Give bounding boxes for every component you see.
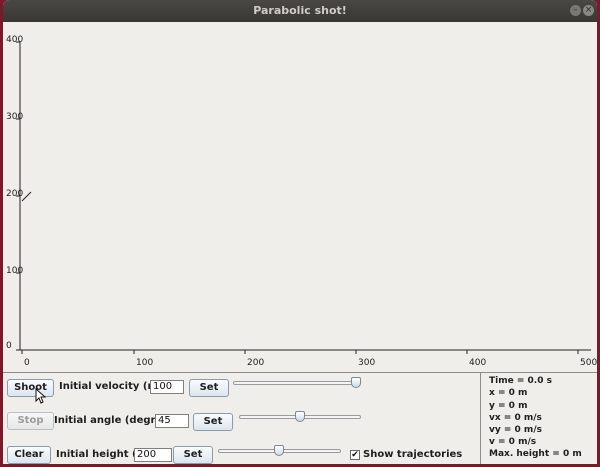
height-input[interactable]: 200 — [134, 448, 172, 462]
x-tick-label-100: 100 — [136, 358, 153, 368]
show-trajectories-checkbox[interactable]: ✔ — [350, 450, 360, 460]
mouse-pointer-icon — [35, 388, 47, 404]
x-tick-label-300: 300 — [358, 358, 375, 368]
velocity-input[interactable]: 100 — [150, 380, 184, 394]
cannon-barrel — [21, 191, 32, 202]
angle-input[interactable]: 45 — [155, 414, 189, 428]
x-ticks: 0 100 200 300 400 500 — [21, 350, 597, 368]
panel-divider — [3, 372, 597, 373]
plot-canvas: 400 300 200 100 0 0 100 200 300 400 500 — [6, 35, 597, 368]
stat-v: v = 0 m/s — [489, 437, 537, 447]
y-tick-label-400: 400 — [6, 35, 23, 45]
stat-x: x = 0 m — [489, 388, 528, 398]
app-window: Parabolic shot! – × 400 300 200 100 0 0 … — [3, 0, 597, 464]
close-icon[interactable]: × — [583, 5, 594, 16]
angle-set-button[interactable]: Set — [193, 413, 233, 431]
clear-button[interactable]: Clear — [7, 446, 51, 464]
show-trajectories-label[interactable]: Show trajectories — [363, 449, 462, 460]
window-title: Parabolic shot! — [253, 4, 347, 17]
velocity-set-button[interactable]: Set — [189, 379, 229, 397]
stat-max-height: Max. height = 0 m — [489, 449, 582, 459]
title-bar[interactable]: Parabolic shot! – × — [3, 0, 597, 22]
minimize-icon[interactable]: – — [570, 5, 581, 16]
stat-vy: vy = 0 m/s — [489, 425, 542, 435]
y-ticks: 400 300 200 100 0 — [6, 35, 23, 351]
y-tick-label-200: 200 — [6, 189, 23, 199]
x-tick-label-0: 0 — [24, 358, 30, 368]
stop-button[interactable]: Stop — [7, 412, 54, 430]
y-tick-label-300: 300 — [6, 112, 23, 122]
stat-y: y = 0 m — [489, 401, 528, 411]
stats-divider — [480, 373, 481, 464]
stat-vx: vx = 0 m/s — [489, 413, 542, 423]
height-set-button[interactable]: Set — [173, 446, 213, 464]
velocity-slider[interactable] — [233, 381, 361, 385]
angle-slider-thumb[interactable] — [295, 411, 305, 422]
stat-time: Time = 0.0 s — [489, 376, 552, 386]
x-tick-label-500: 500 — [580, 358, 597, 368]
y-tick-label-0: 0 — [6, 341, 12, 351]
x-tick-label-200: 200 — [247, 358, 264, 368]
trajectory-plot: 400 300 200 100 0 0 100 200 300 400 500 — [3, 22, 597, 372]
x-tick-label-400: 400 — [469, 358, 486, 368]
velocity-slider-thumb[interactable] — [351, 377, 361, 388]
y-tick-label-100: 100 — [6, 266, 23, 276]
height-slider-thumb[interactable] — [274, 445, 284, 456]
